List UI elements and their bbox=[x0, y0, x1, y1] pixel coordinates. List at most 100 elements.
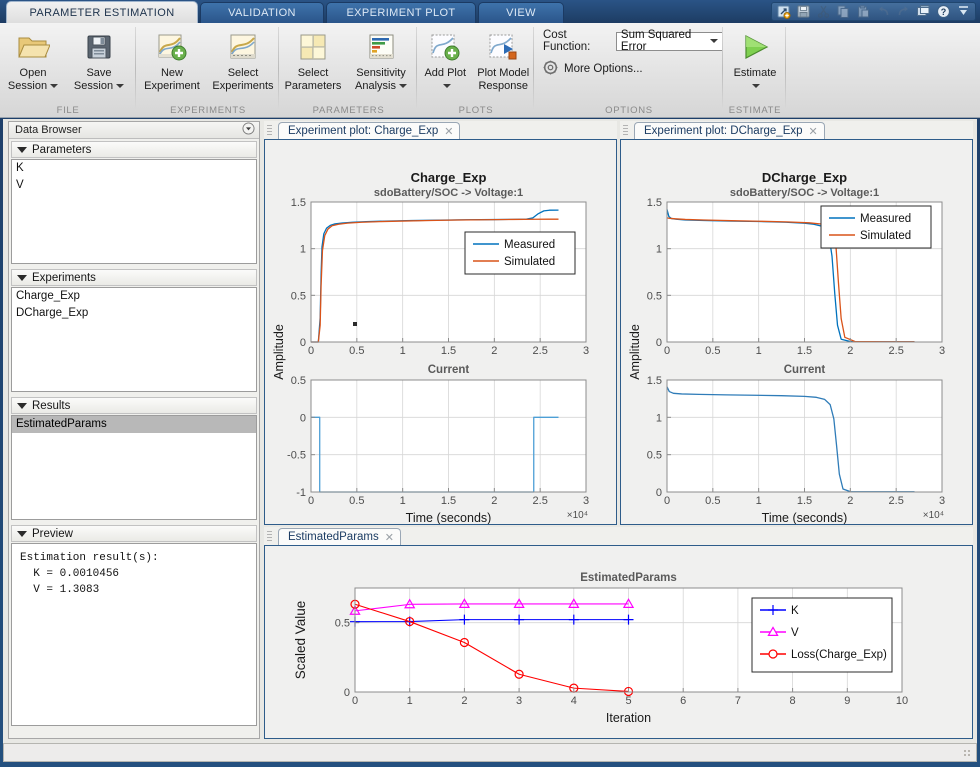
svg-text:Current: Current bbox=[784, 364, 826, 376]
svg-text:7: 7 bbox=[735, 695, 741, 707]
plot-model-response-button[interactable]: Plot Model Response bbox=[473, 28, 534, 93]
sensitivity-analysis-button[interactable]: Sensitivity Analysis bbox=[346, 28, 416, 93]
plot-model-response-label-line2: Response bbox=[478, 80, 528, 92]
chevron-down-icon[interactable] bbox=[443, 84, 451, 88]
tab-experiment-plot[interactable]: EXPERIMENT PLOT bbox=[326, 2, 476, 23]
tab-view[interactable]: VIEW bbox=[478, 2, 564, 23]
list-item[interactable]: EstimatedParams bbox=[12, 416, 256, 433]
chevron-down-icon[interactable] bbox=[116, 84, 124, 88]
experiments-list[interactable]: Charge_Exp DCharge_Exp bbox=[11, 287, 257, 392]
tab-validation[interactable]: VALIDATION bbox=[200, 2, 324, 23]
save-session-label-line1: Save bbox=[86, 67, 111, 79]
section-header-experiments[interactable]: Experiments bbox=[11, 269, 257, 286]
copy-icon bbox=[834, 3, 853, 20]
svg-text:Charge_Exp: Charge_Exp bbox=[411, 170, 487, 185]
svg-text:Simulated: Simulated bbox=[860, 230, 911, 242]
pane-charge-exp: Experiment plot: Charge_Exp ✕ 00.511.522… bbox=[264, 121, 617, 525]
open-session-button[interactable]: Open Session bbox=[0, 28, 66, 93]
data-browser-title: Data Browser bbox=[15, 124, 82, 136]
resize-grip[interactable] bbox=[963, 749, 973, 759]
pane-content: 00.511.522.5300.511.5DCharge_ExpsdoBatte… bbox=[620, 139, 973, 525]
section-label: Results bbox=[32, 400, 70, 412]
pane-content: 01234567891000.5EstimatedParamsIteration… bbox=[264, 545, 973, 739]
add-plot-button[interactable]: Add Plot bbox=[418, 28, 473, 93]
chevron-down-icon[interactable] bbox=[752, 84, 760, 88]
svg-text:5: 5 bbox=[625, 695, 631, 707]
list-item[interactable]: V bbox=[12, 177, 256, 194]
new-experiment-button[interactable]: New Experiment bbox=[137, 28, 207, 93]
svg-text:Current: Current bbox=[428, 364, 470, 376]
section-header-preview[interactable]: Preview bbox=[11, 525, 257, 542]
pane-grip[interactable] bbox=[623, 125, 628, 137]
list-item[interactable]: Charge_Exp bbox=[12, 288, 256, 305]
select-parameters-label-line1: Select bbox=[298, 67, 329, 79]
pane-grip[interactable] bbox=[267, 125, 272, 137]
floppy-disk-icon bbox=[84, 30, 114, 64]
more-options-button[interactable]: More Options... bbox=[543, 60, 723, 78]
svg-text:sdoBattery/SOC -> Voltage:1: sdoBattery/SOC -> Voltage:1 bbox=[374, 187, 523, 199]
list-item[interactable]: DCharge_Exp bbox=[12, 305, 256, 322]
svg-text:×10⁴: ×10⁴ bbox=[567, 510, 588, 521]
cost-function-select[interactable]: Sum Squared Error bbox=[616, 32, 723, 51]
svg-text:4: 4 bbox=[571, 695, 577, 707]
svg-text:1.5: 1.5 bbox=[647, 375, 662, 387]
plot-model-response-icon bbox=[487, 30, 519, 64]
results-list[interactable]: EstimatedParams bbox=[11, 415, 257, 520]
section-header-results[interactable]: Results bbox=[11, 397, 257, 414]
svg-text:3: 3 bbox=[939, 495, 945, 507]
data-browser-title-bar: Data Browser bbox=[9, 122, 259, 139]
layout-icon[interactable] bbox=[914, 3, 933, 20]
select-experiments-icon bbox=[227, 30, 259, 64]
ribbon-group-parameters: Select Parameters bbox=[280, 23, 417, 118]
svg-text:1.5: 1.5 bbox=[441, 495, 456, 507]
play-triangle-icon bbox=[738, 30, 772, 64]
save-icon[interactable] bbox=[794, 3, 813, 20]
chevron-down-icon[interactable] bbox=[50, 84, 58, 88]
select-experiments-label-line1: Select bbox=[228, 67, 259, 79]
svg-text:0: 0 bbox=[344, 687, 350, 699]
svg-text:3: 3 bbox=[516, 695, 522, 707]
parameters-list[interactable]: K V bbox=[11, 159, 257, 264]
new-session-icon[interactable] bbox=[774, 3, 793, 20]
ribbon-group-plots: Add Plot Plot Model bbox=[418, 23, 534, 118]
section-header-parameters[interactable]: Parameters bbox=[11, 141, 257, 158]
svg-text:V: V bbox=[791, 627, 799, 639]
group-title-options: OPTIONS bbox=[535, 105, 723, 116]
svg-text:3: 3 bbox=[583, 345, 589, 357]
chevron-down-icon[interactable] bbox=[399, 84, 407, 88]
svg-text:0.5: 0.5 bbox=[349, 345, 364, 357]
svg-text:0: 0 bbox=[656, 337, 662, 349]
close-icon[interactable]: ✕ bbox=[809, 125, 818, 138]
svg-text:1.5: 1.5 bbox=[797, 345, 812, 357]
document-tab-dcharge-exp[interactable]: Experiment plot: DCharge_Exp ✕ bbox=[634, 122, 825, 140]
save-session-label-line2: Session bbox=[74, 80, 113, 92]
dcharge-exp-charts: 00.511.522.5300.511.5DCharge_ExpsdoBatte… bbox=[621, 140, 972, 524]
chevron-down-icon[interactable] bbox=[710, 39, 718, 43]
document-tab-charge-exp[interactable]: Experiment plot: Charge_Exp ✕ bbox=[278, 122, 460, 140]
help-icon[interactable]: ? bbox=[934, 3, 953, 20]
select-experiments-button[interactable]: Select Experiments bbox=[207, 28, 279, 93]
svg-text:0: 0 bbox=[664, 495, 670, 507]
tab-label: EXPERIMENT PLOT bbox=[346, 7, 455, 19]
group-title-plots: PLOTS bbox=[418, 105, 534, 116]
sensitivity-analysis-label-line2: Analysis bbox=[355, 80, 396, 92]
list-item[interactable]: K bbox=[12, 160, 256, 177]
save-session-button[interactable]: Save Session bbox=[66, 28, 132, 93]
select-parameters-button[interactable]: Select Parameters bbox=[280, 28, 346, 93]
svg-text:0: 0 bbox=[352, 695, 358, 707]
quick-access-toolbar: ? bbox=[771, 2, 976, 21]
tab-parameter-estimation[interactable]: PARAMETER ESTIMATION bbox=[6, 1, 198, 23]
ribbon-tabstrip: PARAMETER ESTIMATION VALIDATION EXPERIME… bbox=[0, 0, 980, 23]
svg-text:2.5: 2.5 bbox=[533, 345, 548, 357]
estimate-button[interactable]: Estimate bbox=[724, 28, 786, 93]
close-icon[interactable]: ✕ bbox=[385, 531, 394, 544]
svg-text:6: 6 bbox=[680, 695, 686, 707]
triangle-down-icon bbox=[17, 403, 27, 409]
document-tab-estimated-params[interactable]: EstimatedParams ✕ bbox=[278, 528, 401, 546]
pane-grip[interactable] bbox=[267, 531, 272, 543]
minimize-ribbon-icon[interactable] bbox=[954, 3, 973, 20]
panel-menu-icon[interactable] bbox=[242, 122, 255, 138]
splitter-handle[interactable] bbox=[353, 322, 357, 326]
svg-text:K: K bbox=[791, 605, 799, 617]
close-icon[interactable]: ✕ bbox=[444, 125, 453, 138]
